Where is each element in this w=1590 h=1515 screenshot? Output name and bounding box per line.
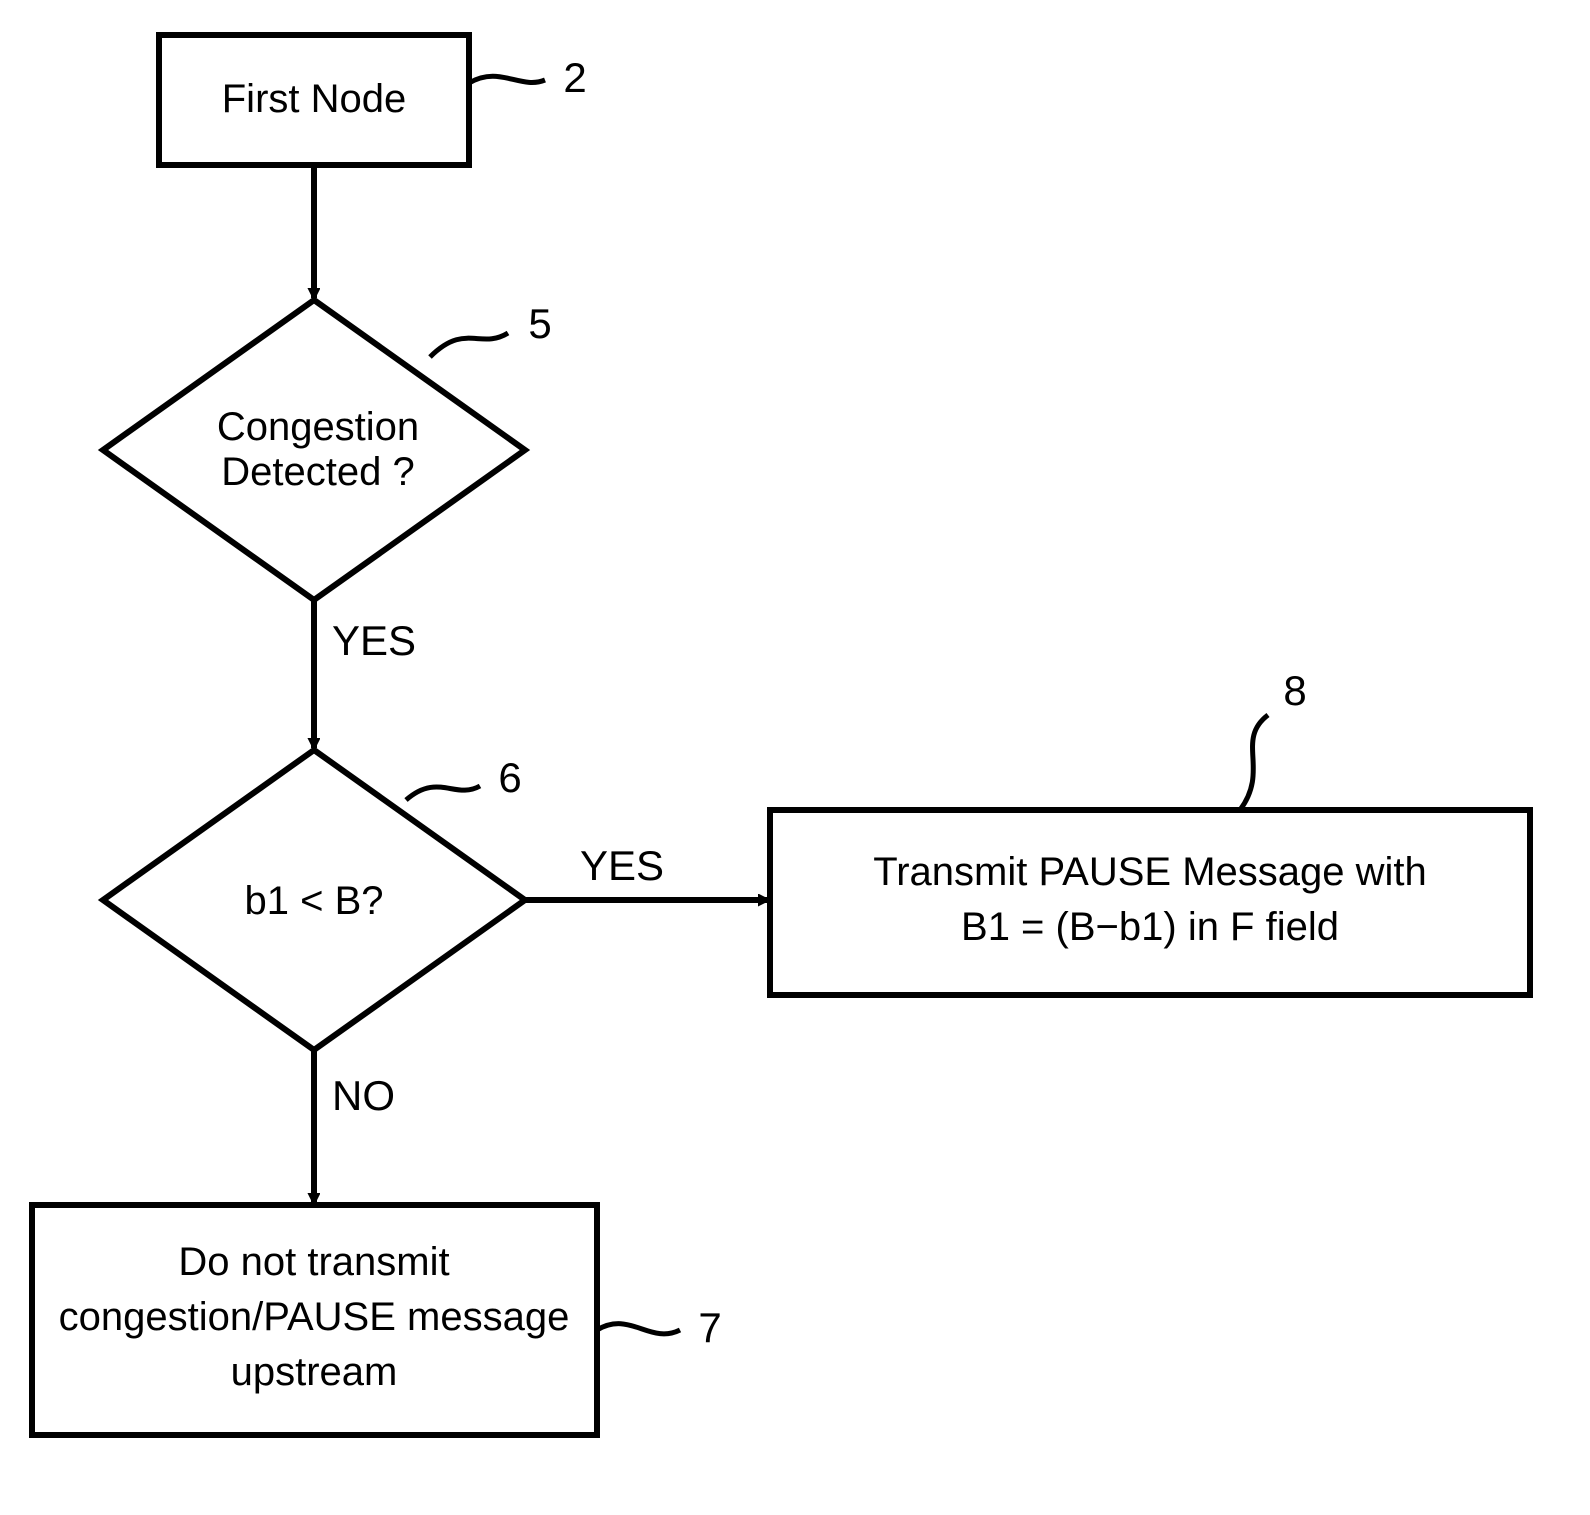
node-b1-lt-B-label: b1 < B? (244, 879, 383, 923)
node-congestion-line2: Detected ? (221, 450, 414, 494)
ref-number-7: 7 (698, 1304, 721, 1351)
node-congestion-line1: Congestion (217, 405, 419, 449)
ref-number-2: 2 (563, 54, 586, 101)
ref-number-5: 5 (528, 300, 551, 347)
node-first-node-label: First Node (222, 77, 407, 121)
ref-leader-6 (406, 786, 480, 800)
ref-leader-7 (597, 1324, 680, 1334)
ref-number-6: 6 (498, 754, 521, 801)
edge-label-d2-yes: YES (580, 842, 664, 889)
ref-leader-5 (430, 333, 508, 357)
node-donot-line1: Do not transmit (178, 1240, 449, 1284)
edge-label-d1-yes: YES (332, 617, 416, 664)
node-transmit-line2: B1 = (B−b1) in F field (961, 905, 1339, 949)
node-transmit-line1: Transmit PAUSE Message with (873, 850, 1427, 894)
node-donot-line2: congestion/PAUSE message (59, 1295, 570, 1339)
node-donot-line3: upstream (231, 1350, 398, 1394)
edge-label-d2-no: NO (332, 1072, 395, 1119)
node-transmit-pause (770, 810, 1530, 995)
ref-leader-2 (469, 76, 545, 83)
ref-leader-8 (1240, 715, 1268, 810)
flowchart: First Node 2 Congestion Detected ? 5 YES… (0, 0, 1590, 1515)
ref-number-8: 8 (1283, 667, 1306, 714)
